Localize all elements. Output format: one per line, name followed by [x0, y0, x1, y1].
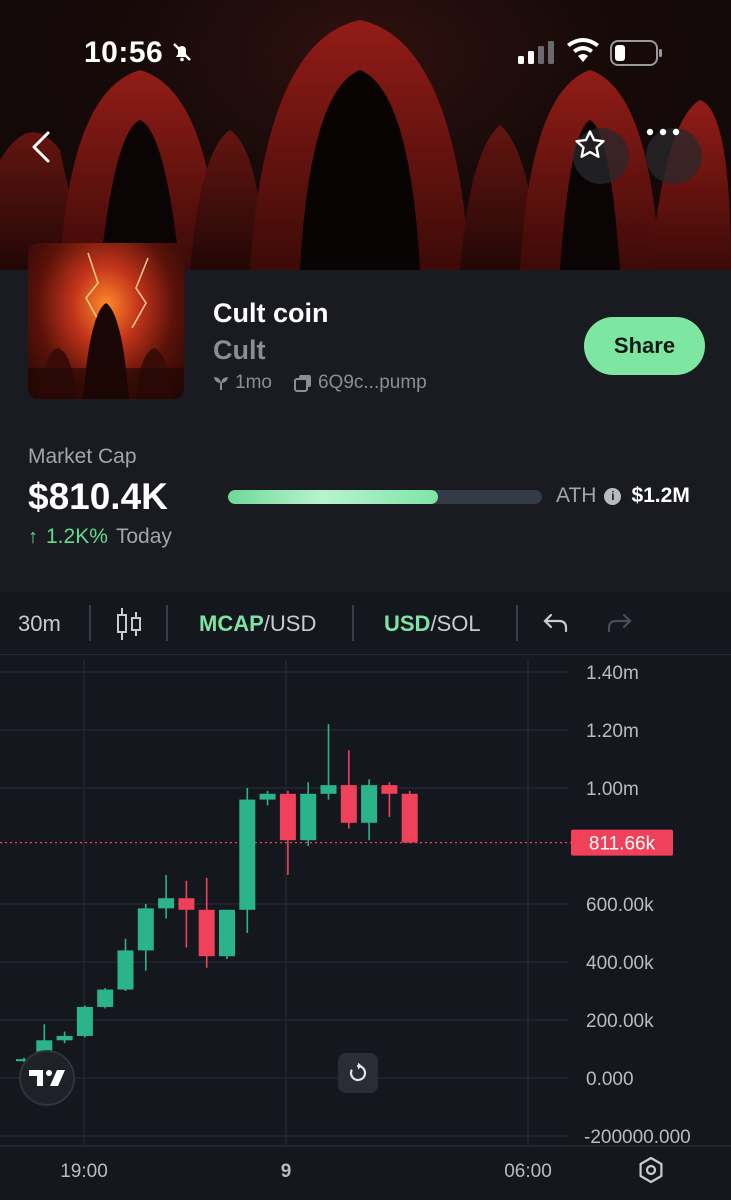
change-period: Today: [115, 525, 172, 548]
mcap-unit: /USD: [263, 611, 317, 636]
candle-body: [381, 785, 398, 794]
candle-body: [239, 799, 256, 910]
settings-hex-icon: [639, 1156, 663, 1184]
share-button[interactable]: Share: [584, 317, 705, 375]
usd-label: USD: [384, 611, 431, 636]
market-cap-value: $810.4K: [28, 476, 168, 517]
token-meta: 1mo 6Q9c...pump: [213, 372, 427, 394]
token-avatar: [28, 243, 184, 399]
y-tick-label: 600.00k: [586, 895, 654, 916]
ath-progress-bar: [228, 490, 542, 504]
x-tick-label: 06:00: [504, 1161, 552, 1182]
chevron-left-icon: [32, 131, 50, 163]
candle-body: [401, 793, 418, 843]
candle-body: [259, 793, 276, 800]
ath-value: $1.2M: [631, 484, 690, 507]
candle-body: [178, 898, 195, 910]
token-name: Cult coin: [213, 298, 329, 328]
candle-body: [137, 908, 154, 951]
star-icon: [575, 130, 605, 158]
candle-body: [219, 909, 235, 957]
ath-indicator: ATH i $1.2M: [556, 484, 690, 508]
redo-button[interactable]: [606, 613, 632, 639]
back-button[interactable]: [30, 130, 80, 184]
x-tick-label: 19:00: [60, 1161, 108, 1182]
candlestick-type-button[interactable]: [115, 606, 143, 648]
info-icon[interactable]: i: [604, 487, 622, 505]
token-age: 1mo: [235, 372, 272, 393]
candle-body: [158, 898, 175, 909]
token-address[interactable]: 6Q9c...pump: [318, 372, 427, 394]
candle-body: [198, 909, 215, 957]
candlestick-icon: [117, 608, 141, 640]
chart-toolbar: 30m MCAP/USD USD/SOL: [0, 592, 731, 655]
ath-label: ATH: [556, 484, 597, 507]
y-tick-label: 1.20m: [586, 721, 639, 742]
toolbar-divider: [352, 605, 354, 641]
y-tick-label: -200000.000: [584, 1127, 691, 1148]
favorite-button[interactable]: [573, 128, 629, 184]
current-price-label: 811.66k: [589, 834, 656, 855]
candle-body: [361, 785, 378, 823]
more-horizontal-icon: [646, 128, 680, 136]
price-chart[interactable]: 1.40m 1.20m 1.00m 600.00k 400.00k 200.00k 0.00…: [0, 655, 731, 1200]
toolbar-divider: [89, 605, 91, 641]
banner-image: 10:56: [0, 0, 731, 270]
y-tick-label: 400.00k: [586, 953, 654, 974]
status-time: 10:56: [84, 36, 164, 69]
candle-body: [340, 785, 357, 823]
chart-settings-button[interactable]: [636, 1155, 666, 1190]
market-cap-change: ↑ 1.2K% Today: [28, 525, 172, 549]
arrow-up-icon: ↑: [28, 525, 38, 548]
x-tick-label: 9: [281, 1161, 292, 1182]
market-cap-label: Market Cap: [28, 445, 137, 468]
copy-icon[interactable]: [293, 374, 312, 392]
toolbar-divider: [516, 605, 518, 641]
tradingview-logo[interactable]: [19, 1050, 75, 1106]
y-tick-label: 200.00k: [586, 1011, 654, 1032]
token-screen: 10:56 Cult coin Cult 1mo 6Q9c...pump Sha…: [0, 0, 731, 1200]
undo-button[interactable]: [543, 613, 569, 639]
ath-progress-fill: [228, 490, 439, 504]
token-ticker: Cult: [213, 335, 266, 365]
reset-chart-button[interactable]: [338, 1053, 378, 1093]
toolbar-divider: [166, 605, 168, 641]
sprout-icon: [213, 375, 229, 391]
y-tick-label: 1.40m: [586, 663, 639, 684]
candle-body: [279, 793, 296, 841]
mcap-label: MCAP: [199, 611, 264, 636]
candle-body: [56, 1035, 73, 1041]
candle-body: [97, 989, 114, 1007]
interval-selector[interactable]: 30m: [18, 611, 61, 637]
undo-icon: [543, 613, 568, 633]
tradingview-icon: [29, 1070, 65, 1086]
candle-body: [300, 793, 317, 841]
candle-body: [320, 785, 337, 794]
status-bar: 10:56: [0, 0, 731, 110]
change-percent: 1.2K%: [46, 525, 108, 548]
currency-toggle[interactable]: USD/SOL: [384, 611, 481, 637]
mcap-toggle[interactable]: MCAP/USD: [199, 611, 316, 637]
y-tick-label: 1.00m: [586, 779, 639, 800]
candle-body: [76, 1006, 93, 1036]
usd-unit: /SOL: [430, 611, 481, 636]
redo-icon: [607, 613, 632, 633]
more-options-button[interactable]: [646, 128, 702, 184]
y-tick-label: 0.000: [586, 1069, 634, 1090]
candle-body: [117, 950, 134, 990]
rotate-icon: [349, 1062, 367, 1082]
